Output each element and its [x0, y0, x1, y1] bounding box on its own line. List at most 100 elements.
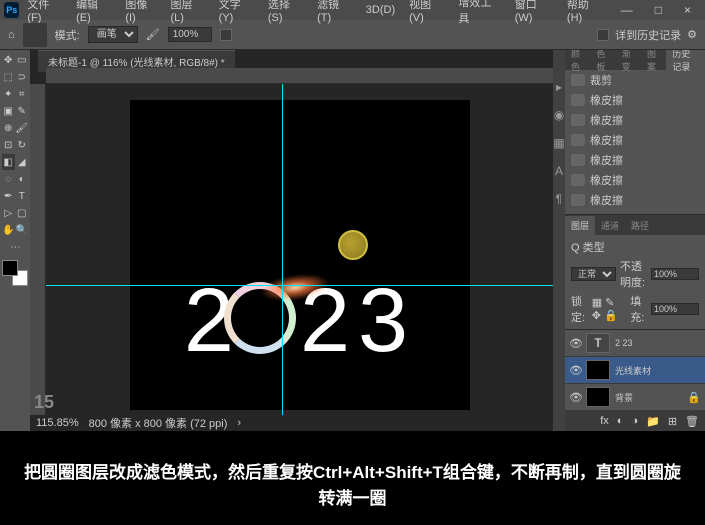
- tutorial-caption: 把圆圈图层改成滤色模式，然后重复按Ctrl+Alt+Shift+T组合键，不断再…: [0, 442, 705, 525]
- history-thumb-icon: [571, 174, 585, 186]
- shape-tool[interactable]: ▢: [16, 205, 29, 221]
- menu-filter[interactable]: 滤镜(T): [311, 0, 358, 26]
- heal-tool[interactable]: ⊕: [2, 120, 14, 136]
- menu-type[interactable]: 文字(Y): [213, 0, 260, 26]
- canvas-area: 未标题-1 @ 116% (光线素材, RGB/8#) * 2023 15 11…: [30, 50, 553, 431]
- blend-mode-select[interactable]: 正常: [571, 267, 616, 281]
- collapsed-panel-strip: ▸ ◉ ▦ A ¶: [553, 50, 565, 431]
- artboard-tool[interactable]: ▭: [16, 52, 29, 68]
- window-maximize[interactable]: □: [645, 1, 672, 19]
- status-chevron-icon[interactable]: ›: [237, 417, 241, 429]
- blur-tool[interactable]: ◌: [2, 171, 15, 187]
- window-minimize[interactable]: —: [611, 1, 643, 19]
- opacity-label: 不透明度:: [620, 258, 647, 290]
- menu-select[interactable]: 选择(S): [262, 0, 309, 26]
- fill-input[interactable]: [651, 303, 699, 315]
- menu-edit[interactable]: 编辑(E): [70, 0, 117, 26]
- opt-check[interactable]: [220, 29, 232, 41]
- mask-icon[interactable]: ◐: [617, 415, 624, 427]
- layer-row[interactable]: 👁 背景 🔒: [565, 384, 705, 411]
- strip-type-icon[interactable]: A: [555, 164, 563, 178]
- opt-gear-icon[interactable]: ⚙: [687, 28, 697, 41]
- edit-toolbar[interactable]: ⋯: [2, 239, 29, 255]
- guide-horizontal[interactable]: [46, 285, 553, 286]
- eraser-tool[interactable]: ◧: [2, 154, 15, 170]
- home-icon[interactable]: ⌂: [8, 29, 15, 41]
- tab-channels[interactable]: 通道: [595, 216, 625, 235]
- strip-swatches-icon[interactable]: ▦: [553, 136, 564, 150]
- visibility-icon[interactable]: 👁: [569, 364, 581, 377]
- history-panel: 颜色 色板 渐变 图案 历史记录 裁剪 橡皮擦 橡皮擦 橡皮擦 橡皮擦 橡皮擦 …: [565, 50, 705, 215]
- ruler-horizontal[interactable]: [46, 68, 553, 84]
- tab-color[interactable]: 颜色: [565, 50, 590, 76]
- menu-help[interactable]: 帮助(H): [561, 0, 609, 26]
- trash-icon[interactable]: 🗑: [685, 415, 699, 428]
- tool-bar: ✥▭ ⬚⊃ ✦⌗ ▣✎ ⊕🖌 ⊡↻ ◧◢ ◌◐ ✒T ▷▢ ✋🔍 ⋯: [0, 50, 30, 431]
- gradient-tool[interactable]: ◢: [16, 154, 29, 170]
- lock-label: 锁定:: [571, 293, 588, 325]
- window-close[interactable]: ×: [674, 1, 701, 19]
- layer-name[interactable]: 背景: [615, 391, 633, 404]
- flow-input[interactable]: [168, 27, 212, 42]
- tool-preset-icon[interactable]: [23, 23, 47, 47]
- stamp-tool[interactable]: ⊡: [2, 137, 15, 153]
- visibility-icon[interactable]: 👁: [569, 337, 581, 350]
- wand-tool[interactable]: ✦: [2, 86, 15, 102]
- crop-tool[interactable]: ⌗: [16, 86, 29, 102]
- layers-footer: fx ◐ ◑ 📁 ⊞ 🗑: [565, 411, 705, 431]
- layer-name[interactable]: 2 23: [615, 338, 633, 348]
- layer-name[interactable]: 光线素材: [615, 364, 651, 377]
- tab-paths[interactable]: 路径: [625, 216, 655, 235]
- brush-icon[interactable]: 🖌: [146, 28, 160, 41]
- visibility-icon[interactable]: 👁: [569, 391, 581, 404]
- pen-tool[interactable]: ✒: [2, 188, 15, 204]
- path-tool[interactable]: ▷: [2, 205, 15, 221]
- strip-paragraph-icon[interactable]: ¶: [556, 192, 562, 206]
- guide-vertical[interactable]: [282, 84, 283, 415]
- tab-gradient[interactable]: 渐变: [616, 50, 641, 76]
- brush-tool[interactable]: 🖌: [15, 120, 28, 136]
- ruler-vertical[interactable]: [30, 84, 46, 415]
- canvas[interactable]: 2023: [130, 100, 470, 410]
- menu-window[interactable]: 窗口(W): [509, 0, 559, 26]
- menu-plugins[interactable]: 增效工具: [452, 0, 506, 28]
- folder-icon[interactable]: 📁: [646, 415, 660, 428]
- history-brush-tool[interactable]: ↻: [16, 137, 29, 153]
- tab-layers[interactable]: 图层: [565, 216, 595, 235]
- frame-tool[interactable]: ▣: [2, 103, 15, 119]
- zoom-level[interactable]: 115.85%: [36, 417, 79, 429]
- strip-color-icon[interactable]: ◉: [554, 108, 564, 122]
- menu-3d[interactable]: 3D(D): [360, 2, 401, 18]
- fg-color[interactable]: [2, 260, 18, 276]
- layer-row[interactable]: 👁 光线素材: [565, 357, 705, 384]
- dodge-tool[interactable]: ◐: [16, 171, 29, 187]
- layer-row[interactable]: 👁 T 2 23: [565, 330, 705, 357]
- history-item[interactable]: 橡皮擦: [565, 190, 705, 210]
- lasso-tool[interactable]: ⊃: [16, 69, 29, 85]
- opacity-input[interactable]: [651, 268, 699, 280]
- mode-select[interactable]: 画笔: [88, 26, 138, 43]
- hand-tool[interactable]: ✋: [2, 222, 15, 238]
- tab-history[interactable]: 历史记录: [666, 50, 705, 76]
- history-item[interactable]: 橡皮擦: [565, 130, 705, 150]
- eyedrop-tool[interactable]: ✎: [16, 103, 29, 119]
- history-item[interactable]: 橡皮擦: [565, 170, 705, 190]
- tab-pattern[interactable]: 图案: [641, 50, 666, 76]
- history-item[interactable]: 橡皮擦: [565, 110, 705, 130]
- menu-view[interactable]: 视图(V): [403, 0, 450, 26]
- history-item[interactable]: 橡皮擦: [565, 90, 705, 110]
- fx-icon[interactable]: fx: [600, 415, 609, 427]
- history-check[interactable]: [597, 29, 609, 41]
- adjustment-icon[interactable]: ◑: [631, 415, 638, 427]
- type-tool[interactable]: T: [16, 188, 29, 204]
- menu-layer[interactable]: 图层(L): [164, 0, 210, 26]
- menu-image[interactable]: 图像(I): [119, 0, 162, 26]
- new-layer-icon[interactable]: ⊞: [668, 415, 677, 428]
- strip-arrow-icon[interactable]: ▸: [556, 80, 562, 94]
- move-tool[interactable]: ✥: [2, 52, 15, 68]
- color-swatch[interactable]: [2, 260, 28, 286]
- zoom-tool[interactable]: 🔍: [16, 222, 29, 238]
- lock-icons[interactable]: ▦ ✎ ✥ 🔒: [592, 296, 627, 322]
- history-item[interactable]: 橡皮擦: [565, 150, 705, 170]
- marquee-tool[interactable]: ⬚: [2, 69, 15, 85]
